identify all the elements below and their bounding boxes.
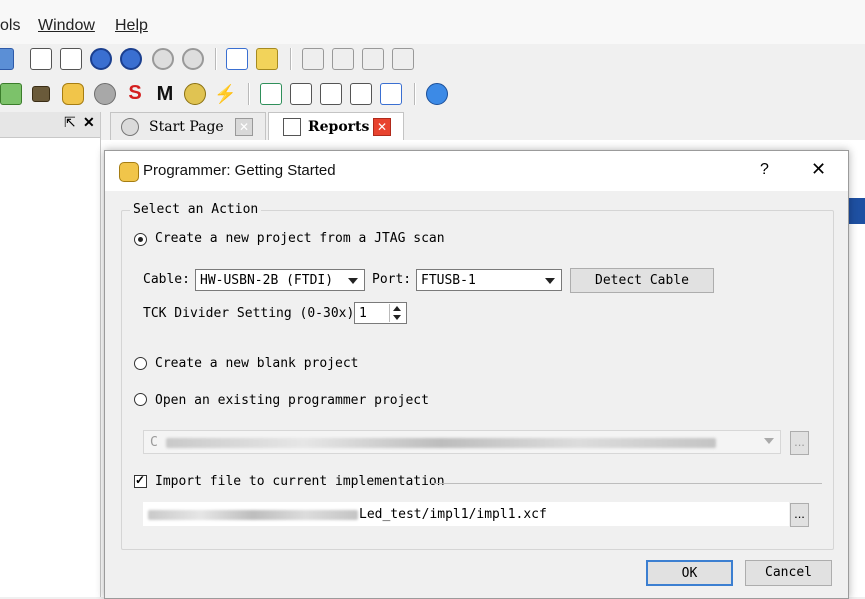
menu-help[interactable]: Help [115,17,148,35]
reports-icon [283,118,301,136]
divider [431,483,822,484]
left-pane-header: ⇱ ✕ [0,112,100,138]
wand-icon[interactable]: ⚡ [214,83,236,105]
ok-button[interactable]: OK [646,560,733,586]
radio-jtag-label: Create a new project from a JTAG scan [155,231,445,246]
calendar-icon[interactable] [30,48,52,70]
tck-label: TCK Divider Setting (0-30x): [143,306,363,321]
radio-open-project[interactable] [134,393,147,406]
toolbar-separator [290,48,292,70]
close-button[interactable]: ✕ [811,159,826,180]
layout-1-icon[interactable] [260,83,282,105]
toolbar-tools: S M ⚡ [0,80,865,110]
toolbar-top [0,45,865,75]
synplify-icon[interactable]: S [124,83,146,105]
tab-close-icon[interactable]: ✕ [373,118,391,136]
binoculars-icon[interactable] [60,48,82,70]
refresh-icon[interactable] [362,48,384,70]
layout-3-icon[interactable] [320,83,342,105]
existing-project-path[interactable]: C [143,430,781,454]
cancel-button[interactable]: Cancel [745,560,832,586]
checkmark-icon: ✓ [135,473,146,487]
radio-blank-label: Create a new blank project [155,356,359,371]
spinner-up-icon[interactable] [393,306,401,311]
gears-icon[interactable] [184,83,206,105]
import-checkbox[interactable]: ✓ [134,473,147,488]
zoom-in-icon[interactable] [90,48,112,70]
toolbar-separator [248,83,250,105]
step-icon[interactable] [332,48,354,70]
radio-jtag-scan[interactable] [134,233,147,246]
menu-window-label: Window [38,17,95,34]
tab-reports-label: Reports [308,119,370,135]
pin-icon[interactable]: ⇱ [64,114,76,131]
radio-open-label: Open an existing programmer project [155,393,429,408]
cable-value: HW-USBN-2B (FTDI) [200,273,334,288]
toolbar-separator [414,83,416,105]
globe-icon[interactable] [426,83,448,105]
zoom-fit-icon[interactable] [152,48,174,70]
toolbar-separator [215,48,217,70]
existing-path-prefix: C [150,435,158,450]
spinner-down-icon[interactable] [393,315,401,320]
dialog-titlebar: Programmer: Getting Started ? ✕ [105,151,848,191]
import-path-text: Led_test/impl1/impl1.xcf [359,507,547,522]
import-path-field[interactable]: Led_test/impl1/impl1.xcf [143,502,789,526]
programmer-icon [119,162,139,182]
chip-icon[interactable] [32,86,50,102]
menu-window[interactable]: Window [38,17,95,35]
chevron-down-icon [764,438,774,444]
left-pane [0,112,101,597]
cable-select[interactable]: HW-USBN-2B (FTDI) [195,269,365,291]
menu-help-label: Help [115,17,148,34]
zoom-area-icon[interactable] [182,48,204,70]
group-title: Select an Action [130,202,262,217]
layout-2-icon[interactable] [290,83,312,105]
detect-cable-button[interactable]: Detect Cable [570,268,714,293]
blurred-path [166,438,716,448]
run-icon[interactable] [302,48,324,70]
help-button[interactable]: ? [760,161,769,179]
chevron-down-icon [545,278,555,284]
stop-icon[interactable] [392,48,414,70]
programmer-icon[interactable] [62,83,84,105]
port-value: FTUSB-1 [421,273,476,288]
menu-tools[interactable]: ols [0,17,20,35]
zoom-out-icon[interactable] [120,48,142,70]
action-groupbox [121,210,834,550]
close-icon[interactable]: ✕ [83,114,95,131]
chevron-down-icon [348,278,358,284]
tck-spinner[interactable]: 1 [354,302,407,324]
browse-existing-button[interactable]: ... [790,431,809,455]
port-select[interactable]: FTUSB-1 [416,269,562,291]
spreadsheet-icon[interactable] [0,83,22,105]
cable-label: Cable: [143,272,190,287]
tab-close-icon[interactable]: ✕ [235,118,253,136]
layout-5-icon[interactable] [380,83,402,105]
tab-start-page[interactable]: Start Page ✕ [110,112,266,140]
modelsim-icon[interactable]: M [154,83,176,105]
note-icon[interactable] [256,48,278,70]
checklist-icon[interactable] [226,48,248,70]
port-label: Port: [372,272,412,287]
programmer-dialog: Programmer: Getting Started ? ✕ Select a… [104,150,849,599]
tab-reports[interactable]: Reports ✕ [268,112,404,140]
menu-bar: ols Window Help [0,0,865,44]
start-page-icon [121,118,139,136]
dialog-title: Programmer: Getting Started [143,162,336,179]
browse-import-button[interactable]: ... [790,503,809,527]
tck-value: 1 [359,306,367,321]
import-label: Import file to current implementation [155,474,445,489]
layout-4-icon[interactable] [350,83,372,105]
spinner-arrows-icon[interactable] [389,304,404,322]
radio-blank-project[interactable] [134,357,147,370]
power-icon[interactable] [94,83,116,105]
new-file-icon[interactable] [0,48,14,70]
blurred-path [148,510,358,520]
tab-start-page-label: Start Page [149,119,224,135]
